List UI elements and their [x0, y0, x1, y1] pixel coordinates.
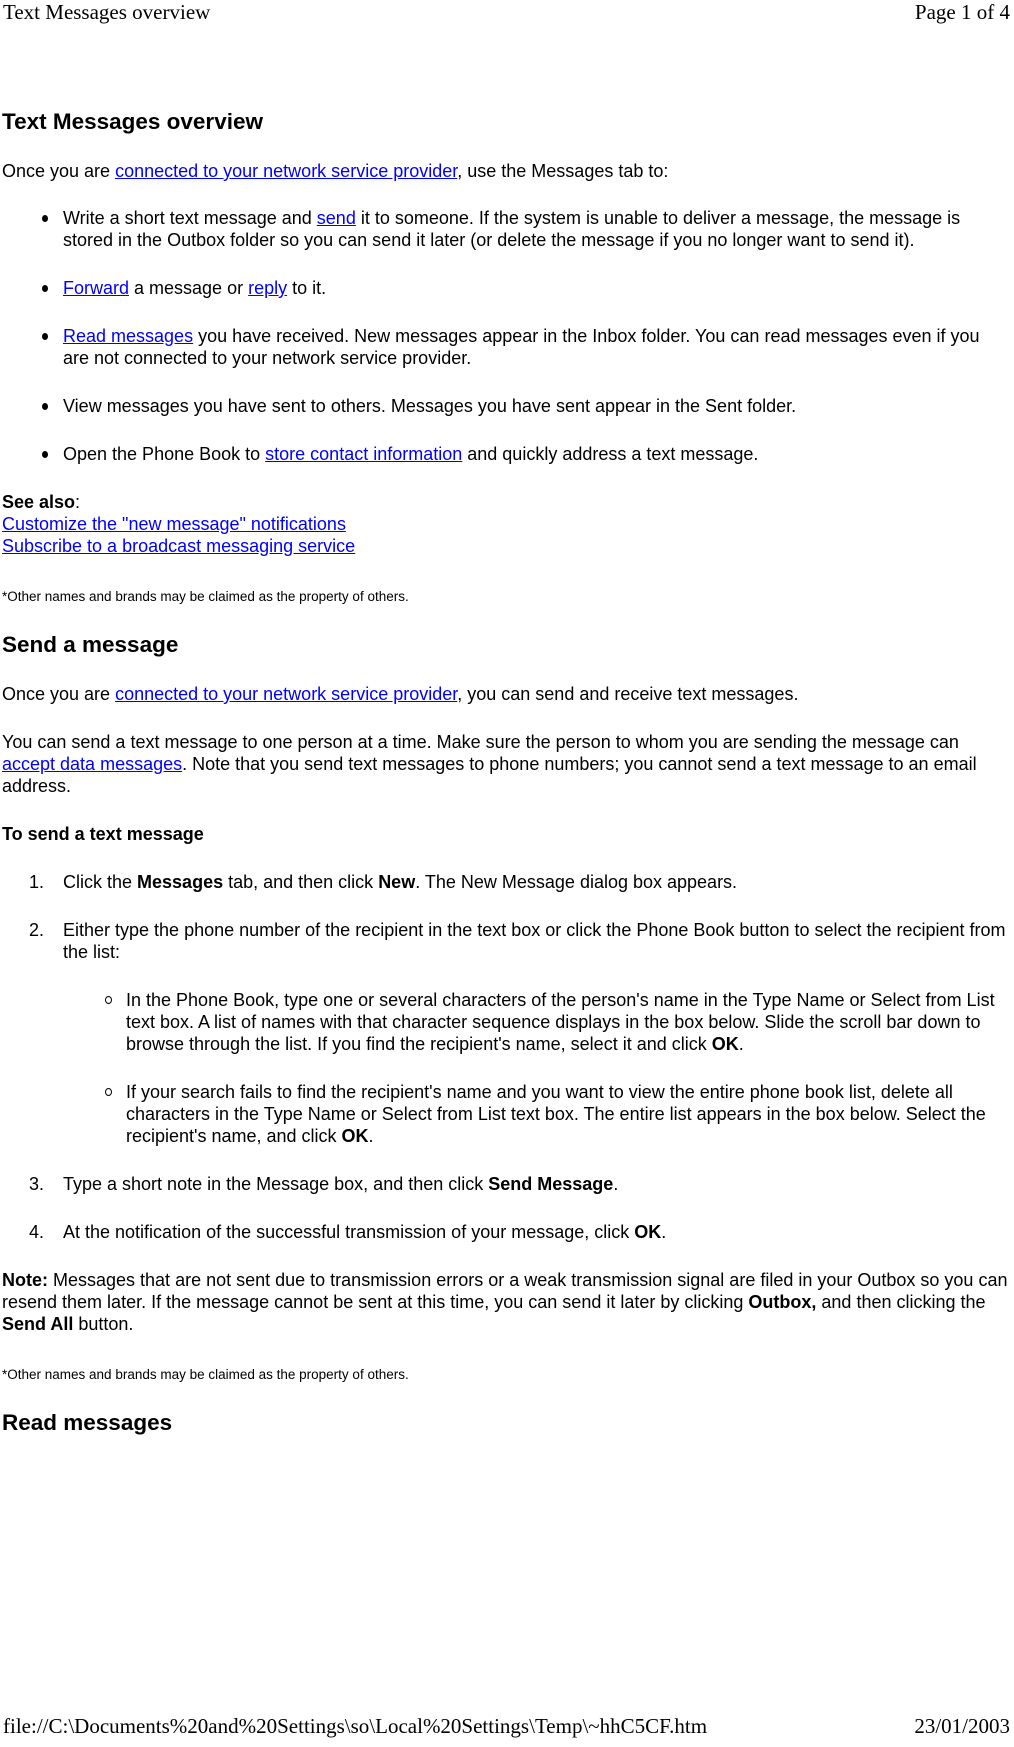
accept-data-messages-link[interactable]: accept data messages: [2, 754, 182, 774]
step-item: 2. Either type the phone number of the r…: [29, 919, 1010, 1147]
list-item: Read messages you have received. New mes…: [42, 325, 1010, 369]
overview-intro-text: Once you are: [2, 161, 116, 181]
step-text: . The New Message dialog box appears.: [415, 872, 738, 892]
see-also-links: Customize the "new message" notification…: [2, 513, 1010, 557]
read-messages-link[interactable]: Read messages: [63, 326, 193, 346]
substep-bold: OK: [711, 1034, 739, 1054]
note-bold: Outbox,: [748, 1292, 817, 1312]
list-item: Forward a message or reply to it.: [42, 277, 1010, 299]
step-item: 1. Click the Messages tab, and then clic…: [29, 871, 1010, 893]
send-intro-text: Once you are: [2, 684, 116, 704]
list-item-text: you have received. New messages appear i…: [63, 326, 980, 368]
connected-link-2[interactable]: connected to your network service provid…: [115, 684, 457, 704]
connected-link[interactable]: connected to your network service provid…: [115, 161, 457, 181]
send-paragraph: You can send a text message to one perso…: [2, 731, 1010, 797]
step-bold: OK: [634, 1222, 662, 1242]
overview-heading: Text Messages overview: [2, 109, 263, 134]
procedure-heading: To send a text message: [2, 824, 204, 844]
document-body: Text Messages overview Once you are conn…: [2, 96, 1010, 1437]
store-contact-link[interactable]: store contact information: [265, 444, 462, 464]
list-item-text: to it.: [287, 278, 327, 298]
send-message-heading: Send a message: [2, 632, 179, 657]
list-item-text: and quickly address a text message.: [462, 444, 759, 464]
list-item-text: a message or: [129, 278, 249, 298]
note-text: button.: [73, 1314, 134, 1334]
step-bold: New: [378, 872, 416, 892]
step-text: tab, and then click: [223, 872, 379, 892]
substep-text: .: [738, 1034, 744, 1054]
see-also-label: See also:: [2, 491, 1010, 513]
substep-item: If your search fails to find the recipie…: [105, 1081, 1010, 1147]
substep-item: In the Phone Book, type one or several c…: [105, 989, 1010, 1055]
step-bold: Send Message: [488, 1174, 614, 1194]
subscribe-broadcast-link[interactable]: Subscribe to a broadcast messaging servi…: [2, 536, 355, 556]
trademark-notice-2: *Other names and brands may be claimed a…: [2, 1367, 409, 1382]
print-footer-file-path: file://C:\Documents%20and%20Settings\so\…: [3, 1714, 708, 1738]
forward-link[interactable]: Forward: [63, 278, 129, 298]
substep-bold: OK: [341, 1126, 369, 1146]
substep-text: In the Phone Book, type one or several c…: [126, 990, 995, 1054]
substep-text: .: [368, 1126, 374, 1146]
step-number: 1.: [29, 872, 45, 892]
note-label: Note:: [2, 1270, 48, 1290]
reply-link[interactable]: reply: [248, 278, 287, 298]
step-text: Either type the phone number of the reci…: [63, 920, 1006, 962]
list-item-text: Write a short text message and: [63, 208, 317, 228]
trademark-notice: *Other names and brands may be claimed a…: [2, 589, 409, 604]
step-number: 2.: [29, 920, 45, 940]
note-bold: Send All: [2, 1314, 74, 1334]
step-text: At the notification of the successful tr…: [63, 1222, 635, 1242]
step-bold: Messages: [137, 872, 224, 892]
list-item: View messages you have sent to others. M…: [42, 395, 1010, 417]
substep-text: If your search fails to find the recipie…: [126, 1082, 986, 1146]
step-item: 3. Type a short note in the Message box,…: [29, 1173, 1010, 1195]
substep-list: In the Phone Book, type one or several c…: [63, 989, 1010, 1147]
step-text: Type a short note in the Message box, an…: [63, 1174, 489, 1194]
send-paragraph-text: You can send a text message to one perso…: [2, 732, 959, 752]
send-intro-text-after: , you can send and receive text messages…: [457, 684, 799, 704]
step-text: Click the: [63, 872, 138, 892]
send-intro: Once you are connected to your network s…: [2, 683, 1010, 705]
step-number: 3.: [29, 1174, 45, 1194]
overview-intro-text-after: , use the Messages tab to:: [457, 161, 669, 181]
step-number: 4.: [29, 1222, 45, 1242]
print-header-title: Text Messages overview: [3, 0, 211, 24]
see-also-bold: See also: [2, 492, 76, 512]
customize-notifications-link[interactable]: Customize the "new message" notification…: [2, 514, 346, 534]
list-item-text: View messages you have sent to others. M…: [63, 396, 797, 416]
print-header-page-indicator: Page 1 of 4: [914, 0, 1010, 24]
print-footer-date: 23/01/2003: [914, 1714, 1010, 1738]
overview-intro: Once you are connected to your network s…: [2, 160, 1010, 182]
step-text: .: [613, 1174, 619, 1194]
note-text: and then clicking the: [816, 1292, 986, 1312]
step-item: 4. At the notification of the successful…: [29, 1221, 1010, 1243]
list-item-text: Open the Phone Book to: [63, 444, 266, 464]
see-also-colon: :: [75, 492, 81, 512]
list-item: Write a short text message and send it t…: [42, 207, 1010, 251]
procedure-steps: 1. Click the Messages tab, and then clic…: [2, 871, 1010, 1243]
step-text: .: [661, 1222, 667, 1242]
list-item: Open the Phone Book to store contact inf…: [42, 443, 1010, 465]
send-link[interactable]: send: [317, 208, 356, 228]
read-messages-heading: Read messages: [2, 1410, 173, 1435]
note-paragraph: Note: Messages that are not sent due to …: [2, 1269, 1010, 1335]
overview-bullet-list: Write a short text message and send it t…: [2, 207, 1010, 465]
